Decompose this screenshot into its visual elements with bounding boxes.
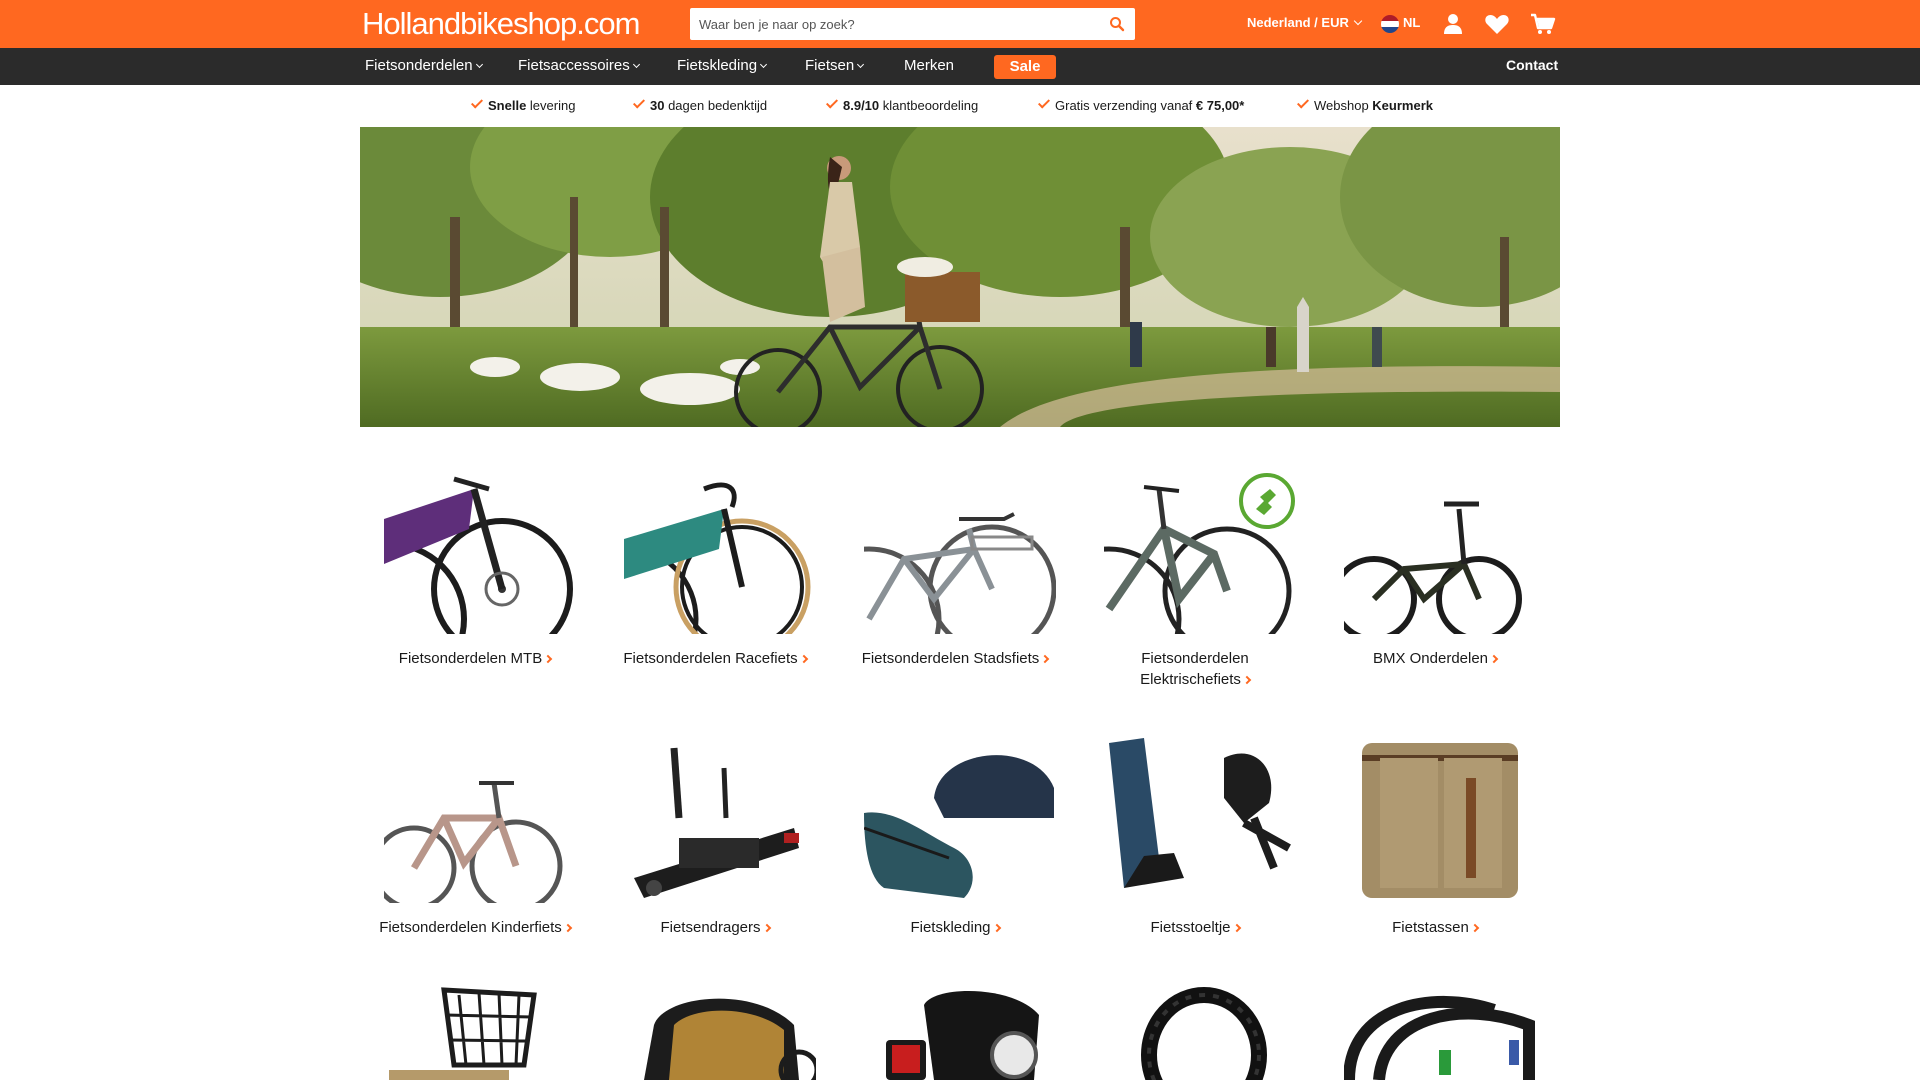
check-icon [470,96,484,109]
racing-bike-icon [624,469,816,634]
category-label: Fietsonderdelen Elektrischefiets [1080,648,1310,690]
netherlands-flag-icon[interactable] [1381,15,1399,33]
chevron-right-icon [992,923,1001,933]
category-label: BMX Onderdelen [1320,648,1550,669]
chevron-right-icon [543,654,553,664]
check-icon [1296,96,1310,109]
sale-button[interactable]: Sale [994,55,1056,79]
category-kinderfiets[interactable]: Fietsonderdelen Kinderfiets [360,738,590,958]
chevron-right-icon [1489,654,1499,664]
child-seat-icon [1104,738,1296,903]
nav-item-fietsen[interactable]: Fietsen [805,57,865,74]
mtb-bike-icon [384,469,576,634]
chevron-right-icon [799,654,808,664]
hero-image [360,127,1560,427]
chevron-down-icon [632,60,640,69]
locale-selector[interactable]: Nederland / EUR [1247,15,1363,30]
hero-banner[interactable] [360,127,1560,427]
category-racefiets[interactable]: Fietsonderdelen Racefiets [600,469,830,689]
category-label: Fietsonderdelen Racefiets [600,648,830,669]
category-bmx[interactable]: BMX Onderdelen [1320,469,1550,689]
category-label: Fietsonderdelen Kinderfiets [360,917,590,938]
kids-bike-icon [384,738,576,903]
bike-lights-icon [864,985,1056,1080]
category-elektrischefiets[interactable]: Fietsonderdelen Elektrischefiets [1080,469,1310,689]
category-label: Fietskleding [840,917,1070,938]
cart-icon[interactable] [1530,12,1556,36]
top-bar: Hollandbikeshop.com Nederland / EUR NL [0,0,1920,48]
chevron-down-icon [475,60,483,69]
usp-keurmerk[interactable]: Webshop Keurmerk [1296,96,1433,113]
bmx-bike-icon [1344,469,1536,634]
check-icon [825,96,839,109]
category-label: Fietsonderdelen MTB [360,648,590,669]
chevron-right-icon [762,923,771,933]
category-fietsverlichting[interactable] [840,985,1070,1080]
category-fietsmanden[interactable] [360,985,590,1080]
helmet-shoe-icon [864,738,1056,903]
chain-lock-icon [1104,985,1296,1080]
category-fietskleding[interactable]: Fietskleding [840,738,1070,958]
chevron-right-icon [1470,923,1480,933]
category-fietstassen[interactable]: Fietstassen [1320,738,1550,958]
category-fietssloten[interactable] [1080,985,1310,1080]
category-label: Fietsendragers [600,917,830,938]
nav-item-fietsaccessoires[interactable]: Fietsaccessoires [518,57,640,74]
bike-trailer-icon [624,985,816,1080]
nav-item-label: Fietsen [805,57,855,74]
chevron-down-icon [857,60,865,69]
chevron-down-icon [760,60,768,69]
city-bike-icon [864,469,1056,634]
search-input[interactable] [690,8,1090,40]
check-icon [1037,96,1051,109]
category-banden[interactable] [1320,985,1550,1080]
category-label: Fietsstoeltje [1080,917,1310,938]
chevron-right-icon [563,923,573,933]
contact-link[interactable]: Contact [1506,57,1558,73]
language-label[interactable]: NL [1403,15,1420,30]
nav-item-label: Fietsaccessoires [518,57,630,74]
chevron-right-icon [1041,654,1050,664]
main-nav: Fietsonderdelen Fietsaccessoires Fietskl… [0,48,1920,85]
nav-item-label: Fietsonderdelen [365,57,473,74]
usp-delivery: Snelle levering [470,96,575,113]
category-fietskarren[interactable] [600,985,830,1080]
nav-item-label: Fietskleding [677,57,758,74]
usp-shipping: Gratis verzending vanaf € 75,00* [1037,96,1244,113]
heart-icon[interactable] [1484,12,1510,36]
nav-item-fietskleding[interactable]: Fietskleding [677,57,768,74]
nav-item-label: Merken [904,57,955,74]
chevron-down-icon [1353,16,1363,26]
logo[interactable]: Hollandbikeshop.com [362,6,640,42]
check-icon [632,96,646,109]
category-label: Fietsonderdelen Stadsfiets [840,648,1070,669]
search-box [690,8,1135,40]
nav-item-merken[interactable]: Merken [904,57,954,74]
usp-return: 30 dagen bedenktijd [632,96,767,113]
category-stadsfiets[interactable]: Fietsonderdelen Stadsfiets [840,469,1070,689]
category-label: Fietstassen [1320,917,1550,938]
category-fietsendragers[interactable]: Fietsendragers [600,738,830,958]
bike-basket-icon [384,985,576,1080]
e-bike-icon [1104,469,1296,634]
category-mtb[interactable]: Fietsonderdelen MTB [360,469,590,689]
locale-label: Nederland / EUR [1247,15,1349,30]
bike-carrier-icon [624,738,816,903]
account-icon[interactable] [1440,12,1466,36]
nav-item-fietsonderdelen[interactable]: Fietsonderdelen [365,57,483,74]
usp-rating[interactable]: 8.9/10 klantbeoordeling [825,96,978,113]
pannier-bag-icon [1344,738,1536,903]
tires-icon [1344,985,1536,1080]
category-fietsstoeltje[interactable]: Fietsstoeltje [1080,738,1310,958]
chevron-right-icon [1242,675,1252,685]
chevron-right-icon [1232,923,1241,933]
search-icon[interactable] [1109,16,1125,32]
